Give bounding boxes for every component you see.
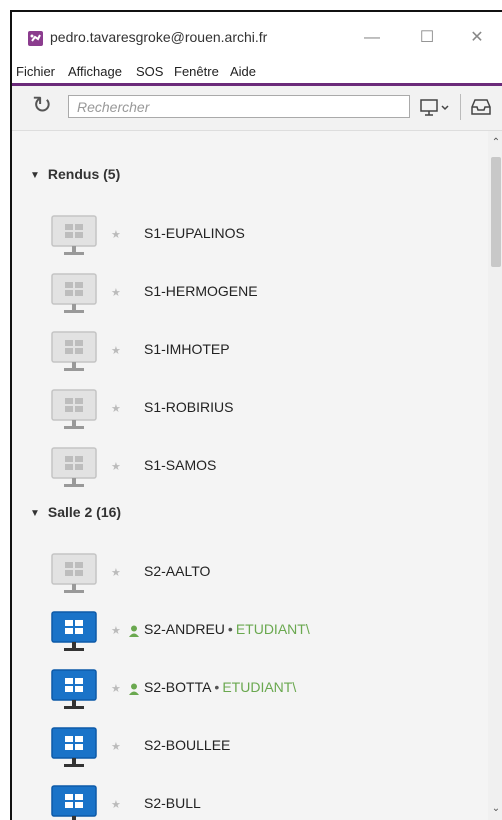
machine-label: S1-EUPALINOS	[144, 225, 245, 241]
collapse-arrow-icon[interactable]: ▼	[30, 508, 40, 519]
group-header[interactable]: ▼ Salle 2 (16)	[30, 504, 121, 520]
toolbar: ↻	[12, 86, 502, 131]
machine-name: S2-AALTO	[144, 563, 210, 579]
offline-computer-icon	[50, 272, 98, 316]
favorite-star-icon[interactable]: ★	[111, 228, 121, 241]
offline-computer-icon	[50, 330, 98, 374]
machine-name: S1-EUPALINOS	[144, 225, 245, 241]
scroll-thumb[interactable]	[491, 157, 501, 267]
menu-fenetre[interactable]: Fenêtre	[174, 64, 219, 79]
machine-name: S1-ROBIRIUS	[144, 399, 233, 415]
machine-label: S2-AALTO	[144, 563, 211, 579]
machine-row[interactable]: ★ S1-HERMOGENE	[12, 272, 488, 330]
machine-name: S1-IMHOTEP	[144, 341, 230, 357]
vertical-scrollbar[interactable]: ⌃ ⌄	[488, 131, 502, 820]
menu-bar: Fichier Affichage SOS Fenêtre Aide	[12, 59, 502, 86]
machine-label: S2-BOULLEE	[144, 737, 231, 753]
menu-aide[interactable]: Aide	[230, 64, 256, 79]
user-icon	[129, 682, 139, 695]
scroll-up-icon[interactable]: ⌃	[488, 137, 502, 148]
offline-computer-icon	[50, 388, 98, 432]
separator-dot: •	[214, 679, 220, 695]
window-title: pedro.tavaresgroke@rouen.archi.fr	[50, 29, 268, 45]
maximize-button[interactable]: ☐	[407, 26, 447, 50]
menu-sos[interactable]: SOS	[136, 64, 163, 79]
favorite-star-icon[interactable]: ★	[111, 740, 121, 753]
title-bar: pedro.tavaresgroke@rouen.archi.fr — ☐ ✕	[12, 12, 502, 59]
menu-affichage[interactable]: Affichage	[68, 64, 122, 79]
favorite-star-icon[interactable]: ★	[111, 624, 121, 637]
online-computer-icon	[50, 610, 98, 654]
machine-name: S1-SAMOS	[144, 457, 216, 473]
inbox-icon[interactable]	[470, 97, 492, 117]
monitor-dropdown-icon[interactable]	[420, 98, 454, 118]
machine-row[interactable]: ★ S1-ROBIRIUS	[12, 388, 488, 446]
machine-row[interactable]: ★ S2-ANDREU • ETUDIANT\	[12, 610, 488, 668]
user-icon	[129, 624, 139, 637]
machine-row[interactable]: ★ S2-AALTO	[12, 552, 488, 610]
favorite-star-icon[interactable]: ★	[111, 344, 121, 357]
group-label: Salle 2 (16)	[47, 504, 122, 520]
machine-label: S1-IMHOTEP	[144, 341, 230, 357]
machine-name: S2-BULL	[144, 795, 201, 811]
machine-row[interactable]: ★ S2-BOULLEE	[12, 726, 488, 784]
group-header[interactable]: ▼ Rendus (5)	[30, 166, 120, 182]
machine-label: S1-ROBIRIUS	[144, 399, 234, 415]
machine-row[interactable]: ★ S1-EUPALINOS	[12, 214, 488, 272]
machine-name: S2-ANDREU • ETUDIANT\	[144, 621, 310, 637]
favorite-star-icon[interactable]: ★	[111, 566, 121, 579]
machine-label: S1-HERMOGENE	[144, 283, 258, 299]
favorite-star-icon[interactable]: ★	[111, 460, 121, 473]
online-computer-icon	[50, 726, 98, 770]
toolbar-divider	[460, 94, 461, 120]
machine-name: S2-BOULLEE	[144, 737, 230, 753]
scroll-down-icon[interactable]: ⌄	[488, 803, 502, 814]
offline-computer-icon	[50, 446, 98, 490]
close-button[interactable]: ✕	[457, 26, 497, 50]
machine-row[interactable]: ★ S1-SAMOS	[12, 446, 488, 504]
online-computer-icon	[50, 668, 98, 712]
separator-dot: •	[227, 621, 233, 637]
favorite-star-icon[interactable]: ★	[111, 286, 121, 299]
machine-list: ▼ Rendus (5) ★ S1-EUPALINOS ★ S1-HERMOGENE ★ S1…	[12, 131, 488, 820]
minimize-button[interactable]: —	[352, 26, 392, 50]
collapse-arrow-icon[interactable]: ▼	[30, 170, 40, 181]
app-window: pedro.tavaresgroke@rouen.archi.fr — ☐ ✕ …	[10, 10, 502, 820]
favorite-star-icon[interactable]: ★	[111, 402, 121, 415]
machine-row[interactable]: ★ S2-BOTTA • ETUDIANT\	[12, 668, 488, 726]
machine-row[interactable]: ★ S1-IMHOTEP	[12, 330, 488, 388]
machine-label: S2-BULL	[144, 795, 201, 811]
machine-name: S2-BOTTA • ETUDIANT\	[144, 679, 296, 695]
search-input[interactable]	[68, 95, 410, 118]
machine-label: S2-ANDREU	[144, 621, 225, 637]
machine-name: S1-HERMOGENE	[144, 283, 258, 299]
menu-fichier[interactable]: Fichier	[16, 64, 55, 79]
session-user: ETUDIANT\	[235, 621, 310, 637]
online-computer-icon	[50, 784, 98, 820]
machine-row[interactable]: ★ S2-BULL	[12, 784, 488, 820]
app-logo-icon	[28, 31, 43, 46]
offline-computer-icon	[50, 552, 98, 596]
refresh-icon[interactable]: ↻	[32, 94, 52, 118]
group-label: Rendus (5)	[47, 166, 121, 182]
session-user: ETUDIANT\	[222, 679, 297, 695]
favorite-star-icon[interactable]: ★	[111, 682, 121, 695]
machine-label: S1-SAMOS	[144, 457, 217, 473]
offline-computer-icon	[50, 214, 98, 258]
machine-label: S2-BOTTA	[144, 679, 212, 695]
favorite-star-icon[interactable]: ★	[111, 798, 121, 811]
